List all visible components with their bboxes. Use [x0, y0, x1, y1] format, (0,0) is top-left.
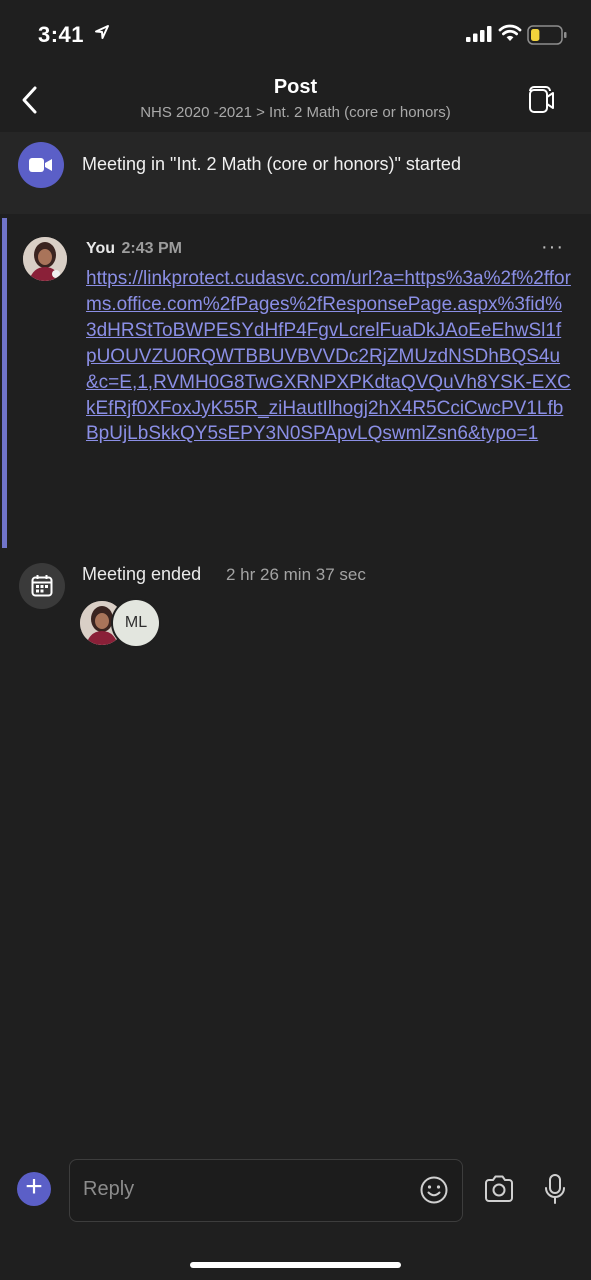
video-camera-icon: [18, 142, 64, 188]
calendar-icon: [19, 563, 65, 609]
message-author: You 2:43 PM: [86, 240, 182, 258]
reply-placeholder: Reply: [83, 1178, 135, 1200]
battery-icon: [527, 25, 567, 45]
home-indicator[interactable]: [190, 1262, 401, 1268]
message-accent-bar: [2, 218, 7, 548]
message-link[interactable]: https://linkprotect.cudasvc.com/url?a=ht…: [86, 266, 571, 447]
emoji-icon[interactable]: [419, 1175, 449, 1205]
meeting-started-text: Meeting in "Int. 2 Math (core or honors)…: [82, 154, 461, 174]
plus-icon[interactable]: +: [17, 1170, 51, 1206]
meeting-ended-label: Meeting ended: [82, 564, 202, 584]
status-time: 3:41: [38, 22, 85, 47]
microphone-icon[interactable]: [543, 1173, 567, 1205]
author-name: You: [86, 240, 116, 257]
participant-initials-avatar[interactable]: ML: [113, 600, 159, 646]
message-timestamp: 2:43 PM: [121, 240, 182, 257]
status-bar: 3:41: [0, 0, 591, 68]
camera-icon[interactable]: [483, 1174, 515, 1204]
meeting-duration: 2 hr 26 min 37 sec: [226, 565, 366, 584]
plus-glyph: +: [25, 1170, 43, 1203]
reply-input[interactable]: Reply: [69, 1159, 463, 1222]
avatar[interactable]: [23, 237, 67, 281]
post-header: Post NHS 2020 -2021 > Int. 2 Math (core …: [0, 68, 591, 132]
video-call-icon[interactable]: [526, 84, 556, 116]
more-options-icon[interactable]: ···: [541, 236, 564, 259]
meeting-started-banner[interactable]: Meeting in "Int. 2 Math (core or honors)…: [0, 132, 591, 214]
location-arrow-icon: [95, 25, 109, 39]
breadcrumb[interactable]: NHS 2020 -2021 > Int. 2 Math (core or ho…: [0, 104, 591, 121]
cellular-signal-icon: [466, 26, 492, 42]
wifi-icon: [498, 24, 522, 41]
page-title: Post: [273, 76, 318, 98]
